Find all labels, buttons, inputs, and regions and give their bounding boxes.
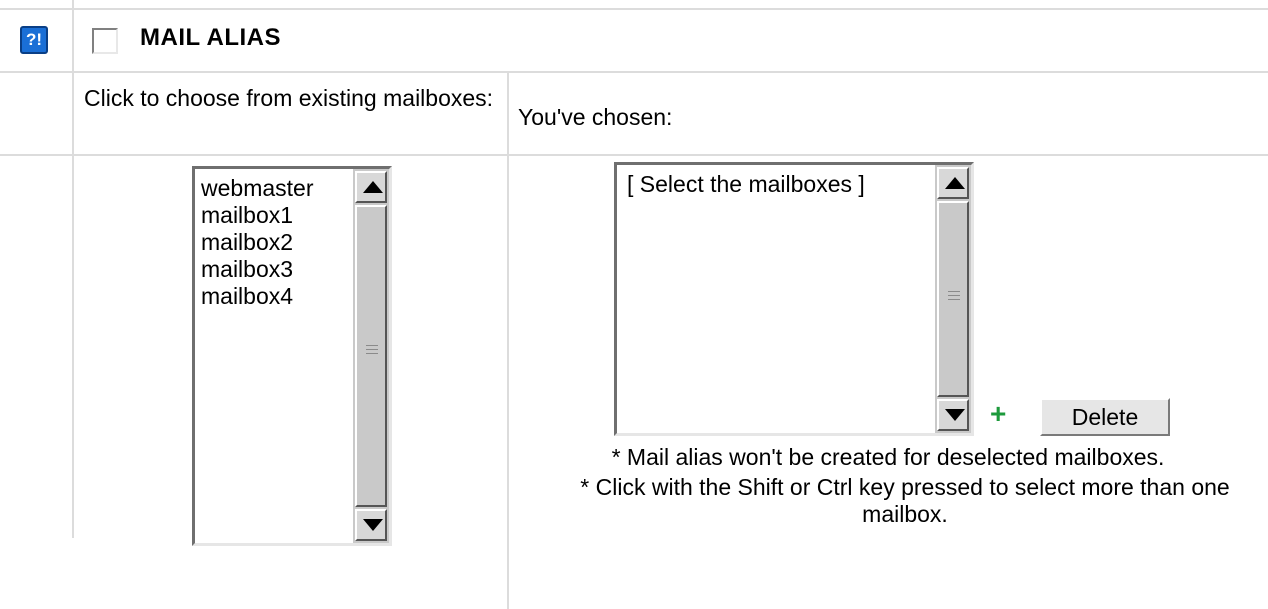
grid-line-labels — [0, 154, 1268, 156]
grid-line-top — [0, 8, 1268, 10]
grip-line — [366, 349, 378, 350]
help-icon[interactable]: ?! — [20, 26, 48, 54]
chosen-list-scrollbar[interactable] — [935, 165, 971, 433]
list-item[interactable]: [ Select the mailboxes ] — [627, 171, 865, 198]
existing-mailboxes-list[interactable]: webmaster mailbox1 mailbox2 mailbox3 mai… — [192, 166, 392, 546]
scroll-up-button[interactable] — [937, 167, 969, 199]
grip-line — [366, 353, 378, 354]
grip-line — [948, 299, 960, 300]
arrow-up-icon — [363, 181, 383, 193]
list-item[interactable]: mailbox2 — [201, 229, 313, 256]
chosen-label: You've chosen: — [518, 104, 673, 130]
chosen-mailboxes-items: [ Select the mailboxes ] — [627, 171, 865, 198]
scroll-thumb[interactable] — [937, 201, 969, 397]
grip-line — [948, 291, 960, 292]
note-deselected: * Mail alias won't be created for desele… — [611, 444, 1165, 470]
grip-line — [948, 295, 960, 296]
existing-mailboxes-items: webmaster mailbox1 mailbox2 mailbox3 mai… — [201, 175, 313, 310]
arrow-down-icon — [363, 519, 383, 531]
mail-alias-checkbox[interactable] — [92, 28, 118, 54]
list-item[interactable]: webmaster — [201, 175, 313, 202]
grid-line-col1 — [72, 0, 74, 538]
chosen-mailboxes-list[interactable]: [ Select the mailboxes ] — [614, 162, 974, 436]
list-item[interactable]: mailbox4 — [201, 283, 313, 310]
scroll-down-button[interactable] — [355, 509, 387, 541]
scroll-up-button[interactable] — [355, 171, 387, 203]
list-item[interactable]: mailbox1 — [201, 202, 313, 229]
arrow-down-icon — [945, 409, 965, 421]
section-title: MAIL ALIAS — [140, 24, 281, 51]
grip-line — [366, 345, 378, 346]
delete-button[interactable]: Delete — [1040, 398, 1170, 436]
arrow-up-icon — [945, 177, 965, 189]
choose-existing-label: Click to choose from existing mailboxes: — [84, 85, 494, 111]
add-icon[interactable]: + — [990, 400, 1006, 428]
grid-line-col2 — [507, 71, 509, 609]
list-item[interactable]: mailbox3 — [201, 256, 313, 283]
existing-list-scrollbar[interactable] — [353, 169, 389, 543]
grid-line-header — [0, 71, 1268, 73]
scroll-thumb[interactable] — [355, 205, 387, 507]
scroll-down-button[interactable] — [937, 399, 969, 431]
note-multi-select: * Click with the Shift or Ctrl key press… — [580, 474, 1230, 527]
